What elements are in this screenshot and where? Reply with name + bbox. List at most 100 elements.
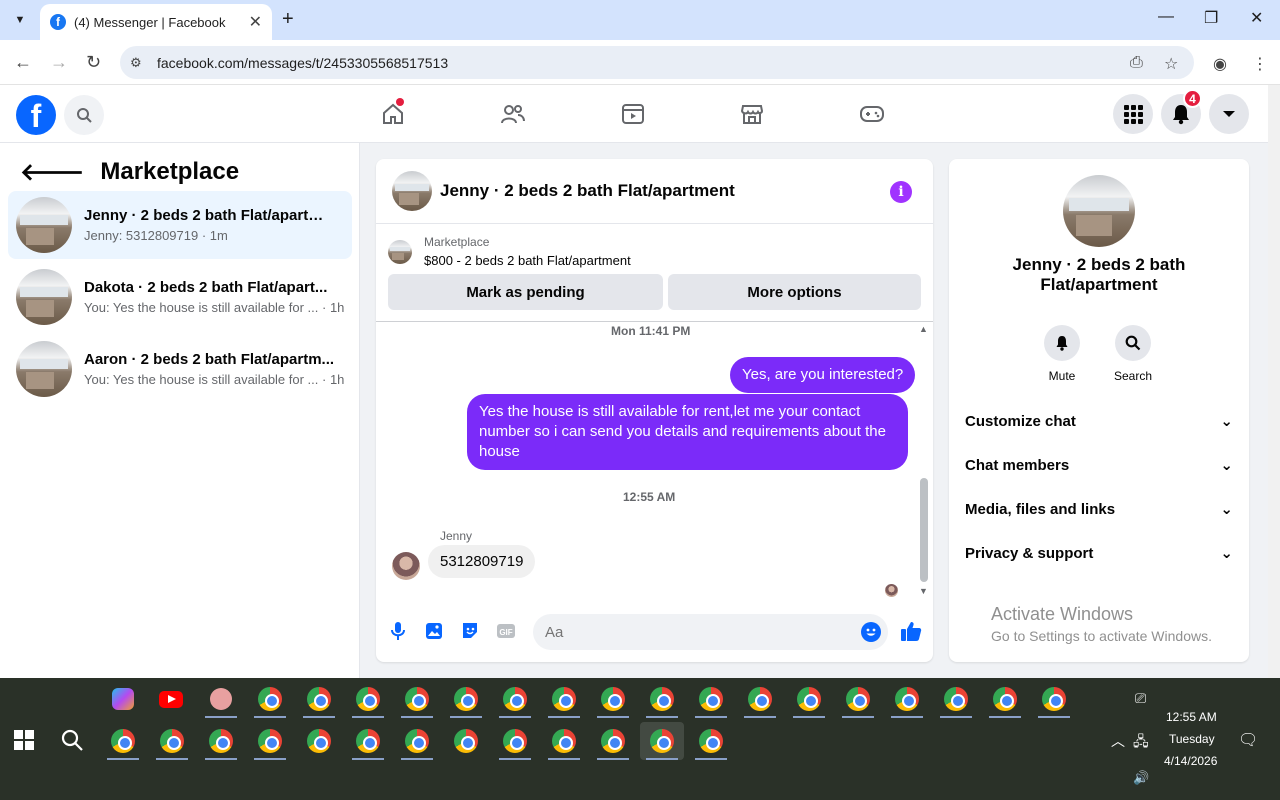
marketplace-icon[interactable] (737, 99, 767, 129)
chrome-profile-icon[interactable] (738, 680, 782, 718)
conversation-item-dakota[interactable]: Dakota · 2 beds 2 bath Flat/apart... You… (8, 263, 352, 331)
conversation-item-jenny[interactable]: Jenny · 2 beds 2 bath Flat/apartme... Je… (8, 191, 352, 259)
conversation-item-aaron[interactable]: Aaron · 2 beds 2 bath Flat/apartm... You… (8, 335, 352, 403)
marketplace-listing-row[interactable]: Marketplace $800 - 2 beds 2 bath Flat/ap… (388, 235, 631, 268)
chrome-profile-icon[interactable] (248, 722, 292, 760)
network-icon[interactable]: 🖧 (1133, 731, 1149, 755)
home-icon[interactable] (378, 98, 408, 129)
youtube-icon[interactable] (149, 680, 193, 718)
notifications-button[interactable]: 4 (1161, 89, 1202, 134)
url-input[interactable]: facebook.com/messages/t/2453305568517513 (120, 46, 1194, 79)
profile-icon[interactable]: ◉ (1213, 54, 1227, 74)
copilot-icon[interactable] (101, 680, 145, 718)
chrome-profile-icon[interactable] (934, 680, 978, 718)
chrome-profile-icon[interactable] (101, 722, 145, 760)
menu-grid-icon[interactable] (1113, 94, 1153, 134)
scrollbar-thumb[interactable] (920, 478, 928, 582)
meet-now-icon[interactable]: ⎚ (1135, 690, 1146, 707)
sender-avatar[interactable] (392, 552, 420, 580)
chrome-profile-icon[interactable] (395, 722, 439, 760)
clock-date[interactable]: 4/14/2026 (1164, 754, 1217, 768)
restore-icon[interactable]: ❐ (1204, 8, 1218, 28)
tab-close-icon[interactable]: ✕ (249, 12, 262, 32)
thumbs-up-icon[interactable] (900, 620, 922, 647)
search-icon[interactable] (64, 95, 104, 135)
clock-time[interactable]: 12:55 AM (1166, 710, 1217, 724)
start-windows-icon[interactable] (14, 730, 34, 755)
profile-thumbnail[interactable] (1063, 175, 1135, 247)
media-files-links-item[interactable]: Media, files and links ⌄ (965, 487, 1233, 531)
show-hidden-icons-chevron-icon[interactable]: ︿ (1111, 731, 1125, 751)
chrome-profile-icon[interactable] (542, 680, 586, 718)
page-scrollbar[interactable] (1268, 85, 1280, 678)
friends-icon[interactable] (498, 99, 528, 129)
site-settings-icon[interactable]: ⚙ (130, 55, 142, 71)
app-icon[interactable] (199, 680, 243, 718)
microphone-icon[interactable] (388, 621, 408, 641)
forward-icon[interactable]: → (50, 52, 68, 73)
incoming-message[interactable]: 5312809719 (428, 545, 536, 578)
browser-menu-icon[interactable]: ⋮ (1252, 54, 1268, 74)
back-icon[interactable]: ← (14, 52, 32, 73)
chrome-profile-icon[interactable] (346, 680, 390, 718)
customize-chat-item[interactable]: Customize chat ⌄ (965, 399, 1233, 443)
chrome-profile-icon[interactable] (1032, 680, 1076, 718)
new-tab-icon[interactable]: + (282, 8, 294, 31)
sticker-icon[interactable] (460, 621, 480, 641)
message-input[interactable] (533, 614, 888, 650)
chrome-profile-icon-active[interactable] (640, 722, 684, 760)
chat-title[interactable]: Jenny · 2 beds 2 bath Flat/apartment (440, 181, 735, 201)
clock-day[interactable]: Tuesday (1169, 732, 1215, 746)
tab-search-icon[interactable]: ▼ (8, 8, 32, 32)
chat-scrollbar[interactable]: ▲ ▼ (918, 322, 933, 602)
chrome-profile-icon[interactable] (248, 680, 292, 718)
mark-pending-button[interactable]: Mark as pending (388, 274, 663, 310)
gaming-icon[interactable] (857, 99, 887, 129)
chrome-profile-icon[interactable] (689, 722, 733, 760)
account-caret-icon[interactable] (1209, 94, 1249, 134)
chrome-profile-icon[interactable] (689, 680, 733, 718)
chrome-profile-icon[interactable] (444, 722, 488, 760)
notification-center-icon[interactable]: 🗨 (1238, 730, 1258, 750)
chrome-profile-icon[interactable] (199, 722, 243, 760)
chrome-profile-icon[interactable] (542, 722, 586, 760)
taskbar-search-icon[interactable] (60, 728, 84, 757)
install-app-icon[interactable]: ⎙ (1130, 54, 1143, 72)
chrome-profile-icon[interactable] (591, 680, 635, 718)
reload-icon[interactable]: ↻ (86, 52, 101, 73)
info-icon[interactable]: i (890, 181, 912, 203)
gif-icon[interactable]: GIF (496, 621, 516, 641)
video-icon[interactable] (618, 99, 648, 129)
search-conversation-button[interactable]: Search (1103, 325, 1163, 383)
chrome-profile-icon[interactable] (346, 722, 390, 760)
minimize-icon[interactable]: — (1158, 8, 1174, 26)
chrome-profile-icon[interactable] (493, 680, 537, 718)
photo-icon[interactable] (424, 621, 444, 641)
scroll-up-icon[interactable]: ▲ (919, 324, 928, 334)
window-close-icon[interactable]: ✕ (1250, 8, 1263, 28)
scroll-down-icon[interactable]: ▼ (919, 586, 928, 596)
privacy-support-item[interactable]: Privacy & support ⌄ (965, 531, 1233, 575)
chrome-profile-icon[interactable] (444, 680, 488, 718)
volume-icon[interactable]: 🔊 (1133, 770, 1149, 786)
emoji-icon[interactable] (861, 622, 881, 642)
chrome-profile-icon[interactable] (493, 722, 537, 760)
more-options-button[interactable]: More options (668, 274, 921, 310)
chat-listing-thumbnail[interactable] (392, 171, 432, 211)
mute-button[interactable]: Mute (1032, 325, 1092, 383)
chrome-profile-icon[interactable] (787, 680, 831, 718)
chrome-profile-icon[interactable] (983, 680, 1027, 718)
outgoing-message[interactable]: Yes the house is still available for ren… (467, 394, 908, 470)
chrome-profile-icon[interactable] (836, 680, 880, 718)
chat-members-item[interactable]: Chat members ⌄ (965, 443, 1233, 487)
chrome-profile-icon[interactable] (297, 680, 341, 718)
chrome-profile-icon[interactable] (640, 680, 684, 718)
chrome-icon[interactable] (297, 722, 341, 760)
chrome-profile-icon[interactable] (591, 722, 635, 760)
bookmark-star-icon[interactable]: ☆ (1164, 54, 1178, 74)
facebook-logo-icon[interactable]: f (16, 95, 56, 135)
outgoing-message[interactable]: Yes, are you interested? (730, 357, 916, 393)
back-arrow-icon[interactable]: 🡐 (20, 157, 84, 187)
browser-tab[interactable]: f (4) Messenger | Facebook ✕ (40, 4, 272, 40)
chrome-profile-icon[interactable] (150, 722, 194, 760)
